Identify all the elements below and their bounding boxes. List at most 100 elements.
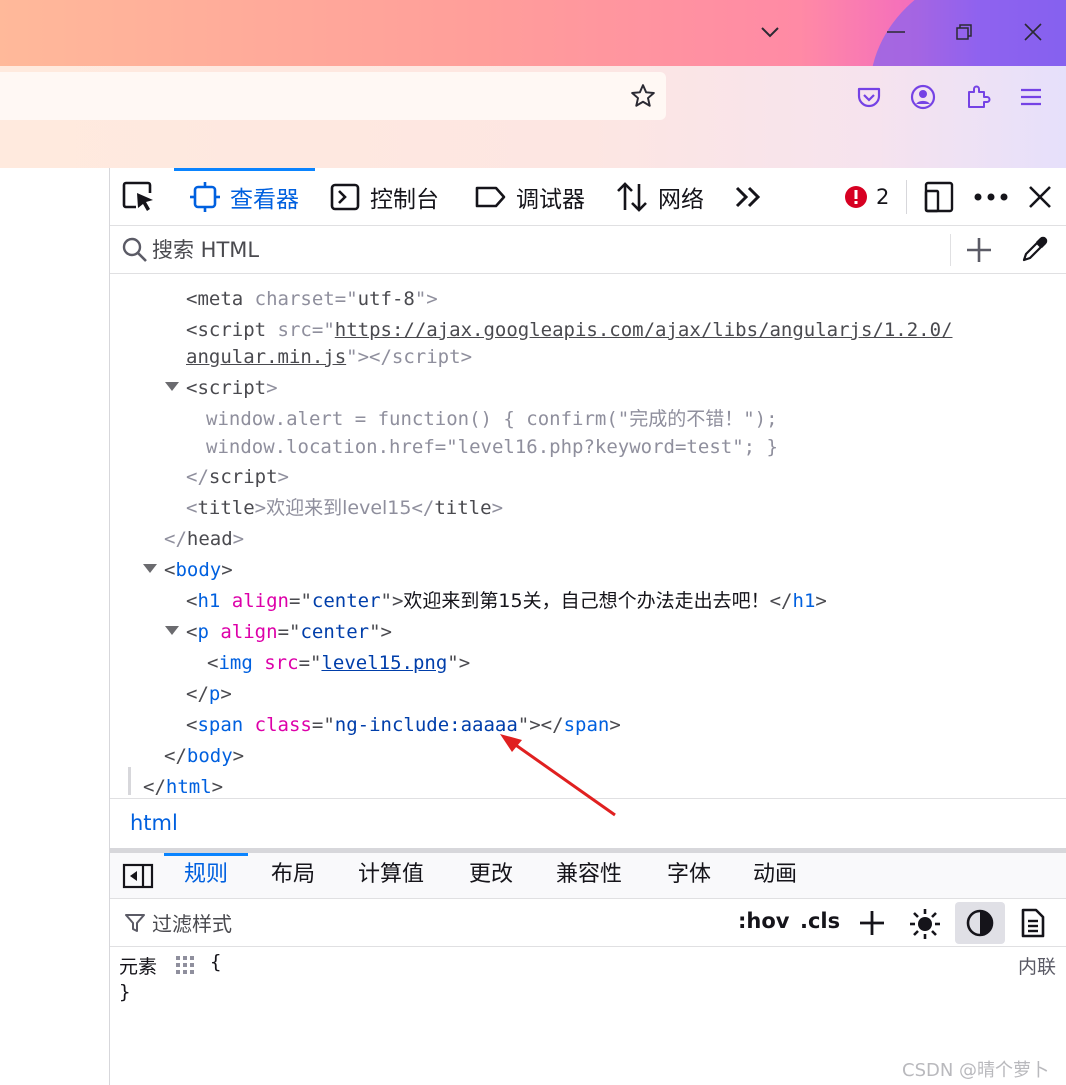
error-count-button[interactable]: 2 <box>844 168 889 226</box>
cls-toggle-button[interactable]: .cls <box>800 909 840 933</box>
pocket-button[interactable] <box>852 80 886 114</box>
tab-debugger-label: 调试器 <box>516 187 585 213</box>
rule-source-link[interactable]: 内联 <box>1018 952 1056 979</box>
node-p[interactable]: <p align="center"> <box>186 618 392 646</box>
close-window-button[interactable] <box>1015 14 1051 50</box>
rule-close-brace: } <box>119 981 131 1003</box>
tabbar-divider <box>906 180 907 214</box>
expand-toggle[interactable] <box>143 564 157 573</box>
node-h1[interactable]: <h1 align="center">欢迎来到第15关，自己想个办法走出去吧！<… <box>186 587 827 615</box>
element-picker-button[interactable] <box>122 168 162 226</box>
node-script-src-cont: angular.min.js"></script> <box>186 346 473 368</box>
expand-toggle[interactable] <box>165 382 179 391</box>
script-src-link-cont[interactable]: angular.min.js <box>186 346 346 368</box>
filter-icon <box>125 914 145 932</box>
dark-mode-icon <box>966 909 994 937</box>
print-media-icon[interactable] <box>1021 908 1045 938</box>
node-body-close[interactable]: </body> <box>164 742 244 770</box>
add-node-icon[interactable] <box>966 237 992 263</box>
responsive-design-button[interactable] <box>924 168 954 226</box>
img-src-link[interactable]: level15.png <box>321 652 447 674</box>
add-rule-icon[interactable] <box>859 910 885 936</box>
more-tabs-button[interactable] <box>734 168 762 226</box>
breadcrumb-item-html[interactable]: html <box>130 811 178 835</box>
node-img[interactable]: <img src="level15.png"> <box>207 649 470 677</box>
html-search-bar <box>110 226 1066 274</box>
tab-animations[interactable]: 动画 <box>753 853 797 899</box>
watermark: CSDN @晴个萝卜 <box>902 1060 1050 1081</box>
rule-open-brace: { <box>210 951 222 973</box>
restore-button[interactable] <box>946 14 982 50</box>
tab-layout[interactable]: 布局 <box>271 853 315 899</box>
nav-toolbar <box>0 66 1066 168</box>
tab-network-label: 网络 <box>658 187 704 213</box>
close-icon <box>1024 23 1042 41</box>
script-src-link[interactable]: https://ajax.googleapis.com/ajax/libs/an… <box>335 319 953 341</box>
filter-styles-input[interactable] <box>152 909 652 939</box>
app-menu-button[interactable] <box>1014 80 1048 114</box>
double-chevron-right-icon <box>735 186 761 208</box>
hov-toggle-button[interactable]: :hov <box>738 909 789 933</box>
node-head-close[interactable]: </head> <box>164 525 244 553</box>
rule-selector: 元素 <box>119 956 158 978</box>
debugger-icon <box>475 186 506 208</box>
star-icon <box>631 84 655 107</box>
url-bar[interactable] <box>0 72 666 120</box>
devtools-tabbar: 查看器 控制台 调试器 网络 2 <box>110 168 1066 226</box>
toggle-sidebar-icon[interactable] <box>122 863 154 889</box>
close-icon <box>1029 186 1051 208</box>
node-script[interactable]: <script> <box>186 374 278 402</box>
search-html-input[interactable] <box>152 234 932 266</box>
window-titlebar <box>0 0 1066 66</box>
error-count: 2 <box>876 185 890 209</box>
breadcrumb: html <box>110 798 1066 848</box>
devtools-options-button[interactable] <box>974 168 1008 226</box>
tab-fonts[interactable]: 字体 <box>667 853 711 899</box>
network-icon <box>617 182 647 212</box>
grid-dots-icon[interactable] <box>176 956 194 974</box>
tab-compatibility[interactable]: 兼容性 <box>556 853 622 899</box>
inspector-icon <box>190 182 220 212</box>
markup-view: <meta charset="utf-8"> <script src="http… <box>110 275 1066 798</box>
tab-debugger[interactable]: 调试器 <box>474 168 585 226</box>
pick-element-icon <box>122 181 153 211</box>
search-icon <box>122 237 147 262</box>
dark-mode-button[interactable] <box>955 902 1005 944</box>
error-icon <box>845 186 867 208</box>
tab-console-label: 控制台 <box>370 187 439 213</box>
node-span-ng-include[interactable]: <span class="ng-include:aaaaa"></span> <box>186 711 621 739</box>
close-devtools-button[interactable] <box>1028 168 1052 226</box>
node-title[interactable]: <title>欢迎来到level15</title> <box>186 494 503 522</box>
console-icon <box>330 183 360 211</box>
menu-icon <box>1021 88 1041 106</box>
node-meta[interactable]: <meta charset="utf-8"> <box>186 285 438 313</box>
tab-console[interactable]: 控制台 <box>330 168 439 226</box>
node-html-close[interactable]: </html> <box>143 773 223 798</box>
node-script-src[interactable]: <script src="https://ajax.googleapis.com… <box>186 316 952 344</box>
tab-computed[interactable]: 计算值 <box>358 853 424 899</box>
minimize-icon <box>887 31 905 33</box>
tab-changes[interactable]: 更改 <box>469 853 513 899</box>
chevron-down-icon <box>761 27 779 38</box>
node-script-close[interactable]: </script> <box>186 463 289 491</box>
bookmark-star-button[interactable] <box>626 79 660 113</box>
tab-inspector[interactable]: 查看器 <box>174 168 315 226</box>
extensions-icon <box>968 85 991 108</box>
node-p-close[interactable]: </p> <box>186 680 232 708</box>
tab-inspector-label: 查看器 <box>230 187 299 213</box>
extensions-button[interactable] <box>961 80 995 114</box>
pocket-icon <box>857 87 881 108</box>
tab-rules[interactable]: 规则 <box>163 853 249 899</box>
minimize-button[interactable] <box>878 14 914 50</box>
light-mode-icon[interactable] <box>909 908 941 940</box>
node-body[interactable]: <body> <box>164 556 233 584</box>
devtools-panel: 查看器 控制台 调试器 网络 2 搜索 HTML <meta charset="… <box>110 168 1066 1085</box>
styles-filter-bar: :hov .cls <box>110 899 1066 947</box>
list-all-tabs-button[interactable] <box>752 14 788 50</box>
tab-network[interactable]: 网络 <box>616 168 704 226</box>
search-divider <box>950 234 951 266</box>
sidebar-tabbar: 规则 布局 计算值 更改 兼容性 字体 动画 <box>110 853 1066 899</box>
expand-toggle[interactable] <box>165 626 179 635</box>
account-button[interactable] <box>906 80 940 114</box>
eyedropper-icon[interactable] <box>1020 236 1048 264</box>
